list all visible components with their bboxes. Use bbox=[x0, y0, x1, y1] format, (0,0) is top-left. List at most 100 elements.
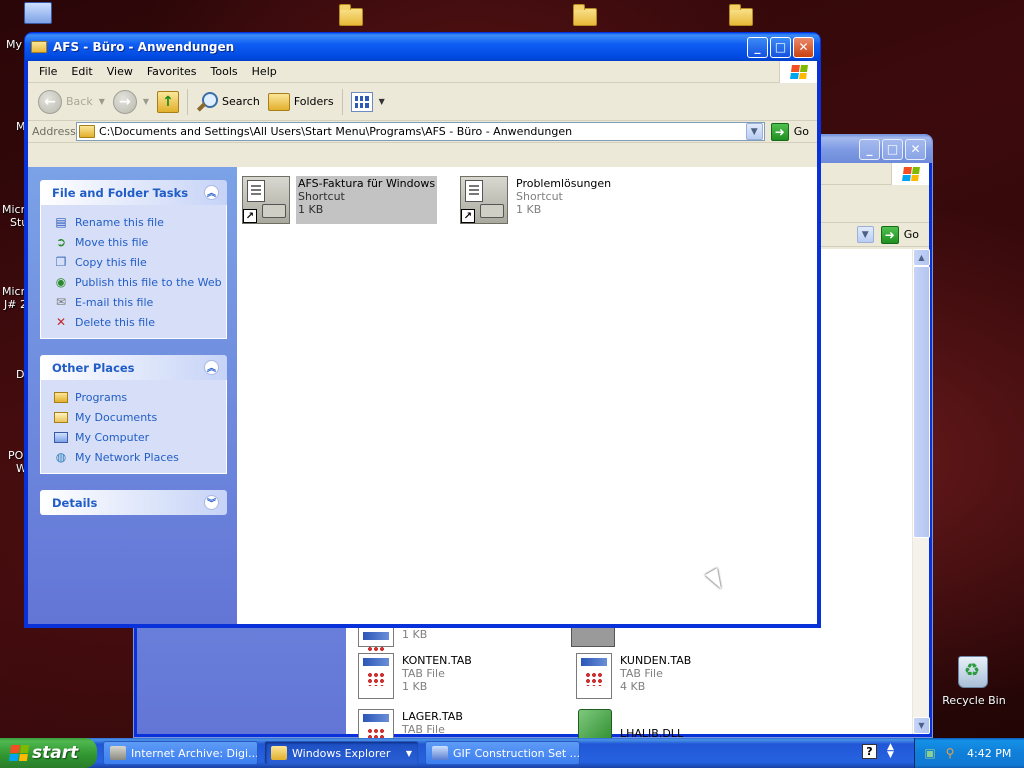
close-button[interactable]: ✕ bbox=[905, 138, 926, 160]
menu-tools[interactable]: Tools bbox=[204, 65, 245, 78]
file-item-afs-faktura[interactable]: ↗ AFS-Faktura für Windows Shortcut 1 KB bbox=[242, 176, 438, 224]
place-my-documents[interactable]: My Documents bbox=[53, 407, 226, 427]
place-label: My Network Places bbox=[75, 450, 179, 464]
recycle-bin-icon[interactable] bbox=[958, 656, 988, 688]
file-size: 4 KB bbox=[620, 680, 646, 693]
folder-icon bbox=[271, 746, 287, 760]
file-view[interactable]: ↗ AFS-Faktura für Windows Shortcut 1 KB … bbox=[237, 167, 817, 624]
taskbar-button-windows-explorer[interactable]: Windows Explorer ▼ bbox=[264, 741, 419, 765]
address-dropdown-button[interactable]: ▼ bbox=[856, 226, 874, 243]
scroll-down-button[interactable]: ▼ bbox=[913, 717, 930, 734]
help-icon[interactable]: ? bbox=[862, 743, 877, 759]
my-computer-desktop-icon[interactable] bbox=[24, 2, 52, 24]
tray-scroll-arrows-icon[interactable]: ▲ ▼ bbox=[887, 743, 894, 760]
network-tray-icon[interactable]: ▣ bbox=[923, 746, 937, 760]
menu-file[interactable]: File bbox=[32, 65, 64, 78]
search-tray-icon[interactable]: ⚲ bbox=[943, 746, 957, 760]
desktop-icon-label[interactable]: My bbox=[6, 38, 22, 51]
collapse-icon[interactable]: ︽ bbox=[204, 185, 219, 200]
task-rename-file[interactable]: ▤ Rename this file bbox=[53, 212, 226, 232]
place-my-computer[interactable]: My Computer bbox=[53, 427, 226, 447]
search-button[interactable]: Search bbox=[192, 87, 264, 117]
file-type: TAB File bbox=[620, 667, 663, 680]
back-dropdown-icon[interactable]: ▼ bbox=[99, 97, 105, 106]
scroll-thumb[interactable] bbox=[913, 266, 930, 538]
task-publish-web[interactable]: ◉ Publish this file to the Web bbox=[53, 272, 226, 292]
file-item[interactable]: KONTEN.TAB TAB File 1 KB bbox=[358, 653, 474, 699]
other-places-header[interactable]: Other Places ︽ bbox=[40, 355, 227, 380]
scroll-up-button[interactable]: ▲ bbox=[913, 249, 930, 266]
folder-icon bbox=[31, 41, 47, 53]
file-size: 1 KB bbox=[402, 628, 428, 641]
file-item[interactable] bbox=[571, 627, 615, 647]
clock[interactable]: 4:42 PM bbox=[967, 747, 1011, 760]
taskbar-help-area: ? ▲ ▼ bbox=[862, 743, 894, 760]
menu-favorites[interactable]: Favorites bbox=[140, 65, 204, 78]
go-button[interactable]: ➜ Go bbox=[875, 225, 927, 244]
menu-edit[interactable]: Edit bbox=[64, 65, 99, 78]
taskbar-button-label: GIF Construction Set ... bbox=[453, 746, 580, 760]
up-button[interactable]: ↑ bbox=[153, 87, 183, 117]
menu-view[interactable]: View bbox=[100, 65, 140, 78]
panel-title: Details bbox=[52, 495, 98, 510]
file-size: 1 KB bbox=[298, 203, 324, 216]
file-folder-tasks-header[interactable]: File and Folder Tasks ︽ bbox=[40, 180, 227, 205]
start-label: start bbox=[32, 743, 79, 763]
desktop-icon-label[interactable]: Micr bbox=[2, 285, 25, 298]
forward-dropdown-icon[interactable]: ▼ bbox=[143, 97, 149, 106]
shortcut-icon: ↗ bbox=[242, 176, 290, 224]
desktop-icon-label[interactable]: Micr bbox=[2, 203, 25, 216]
task-email-file[interactable]: ✉ E-mail this file bbox=[53, 292, 226, 312]
shortcut-icon: ↗ bbox=[460, 176, 508, 224]
globe-icon: ◉ bbox=[55, 275, 67, 289]
details-header[interactable]: Details ︾ bbox=[40, 490, 227, 515]
file-name: Problemlösungen bbox=[516, 177, 612, 190]
taskbar-button-internet-archive[interactable]: Internet Archive: Digi... bbox=[103, 741, 258, 765]
maximize-button[interactable]: □ bbox=[882, 138, 903, 160]
toolbar-separator bbox=[187, 88, 189, 115]
go-button[interactable]: ➜ Go bbox=[765, 122, 817, 141]
file-item[interactable]: 1 KB bbox=[358, 627, 429, 660]
file-type: TAB File bbox=[402, 723, 445, 736]
close-button[interactable]: ✕ bbox=[793, 36, 814, 58]
taskbar-button-gif-construction[interactable]: GIF Construction Set ... bbox=[425, 741, 580, 765]
folders-button[interactable]: Folders bbox=[264, 87, 338, 117]
maximize-button[interactable]: □ bbox=[770, 36, 791, 58]
address-input[interactable]: C:\Documents and Settings\All Users\Star… bbox=[76, 122, 765, 141]
taskbar-button-label: Internet Archive: Digi... bbox=[131, 746, 258, 760]
collapse-icon[interactable]: ︽ bbox=[204, 360, 219, 375]
explorer-window[interactable]: AFS - Büro - Anwendungen _ □ ✕ File Edit… bbox=[24, 32, 821, 628]
address-dropdown-button[interactable]: ▼ bbox=[745, 123, 763, 140]
window-titlebar[interactable]: AFS - Büro - Anwendungen _ □ ✕ bbox=[25, 33, 820, 61]
task-delete-file[interactable]: ✕ Delete this file bbox=[53, 312, 226, 332]
minimize-button[interactable]: _ bbox=[859, 138, 880, 160]
go-label: Go bbox=[793, 125, 809, 138]
back-button[interactable]: ← Back ▼ bbox=[34, 87, 109, 117]
file-item-problemloesungen[interactable]: ↗ Problemlösungen Shortcut 1 KB bbox=[460, 176, 613, 224]
windows-logo-icon bbox=[891, 163, 929, 185]
desktop-folder-icon[interactable] bbox=[729, 4, 755, 28]
desktop-icon-label[interactable]: PO bbox=[8, 449, 23, 462]
recycle-bin-label[interactable]: Recycle Bin bbox=[942, 694, 1006, 707]
start-button[interactable]: start bbox=[0, 738, 97, 768]
desktop-folder-icon[interactable] bbox=[573, 4, 599, 28]
file-item[interactable]: KUNDEN.TAB TAB File 4 KB bbox=[576, 653, 693, 699]
task-label: Rename this file bbox=[75, 215, 164, 229]
expand-icon[interactable]: ︾ bbox=[204, 495, 219, 510]
task-move-file[interactable]: ➲ Move this file bbox=[53, 232, 226, 252]
file-label: AFS-Faktura für Windows Shortcut 1 KB bbox=[296, 176, 438, 224]
minimize-button[interactable]: _ bbox=[747, 36, 768, 58]
menu-help[interactable]: Help bbox=[245, 65, 284, 78]
file-name: KONTEN.TAB bbox=[402, 654, 472, 667]
panel-title: Other Places bbox=[52, 360, 135, 375]
desktop-folder-icon[interactable] bbox=[339, 4, 365, 28]
views-button[interactable]: ▼ bbox=[347, 87, 389, 117]
delete-icon: ✕ bbox=[55, 315, 67, 329]
vertical-scrollbar[interactable]: ▲ ▼ bbox=[912, 249, 930, 734]
forward-button[interactable]: → ▼ bbox=[109, 87, 153, 117]
place-my-network[interactable]: ◍ My Network Places bbox=[53, 447, 226, 467]
tab-file-icon bbox=[358, 627, 394, 660]
place-programs[interactable]: Programs bbox=[53, 387, 226, 407]
forward-arrow-icon: → bbox=[112, 89, 137, 114]
task-copy-file[interactable]: ❐ Copy this file bbox=[53, 252, 226, 272]
